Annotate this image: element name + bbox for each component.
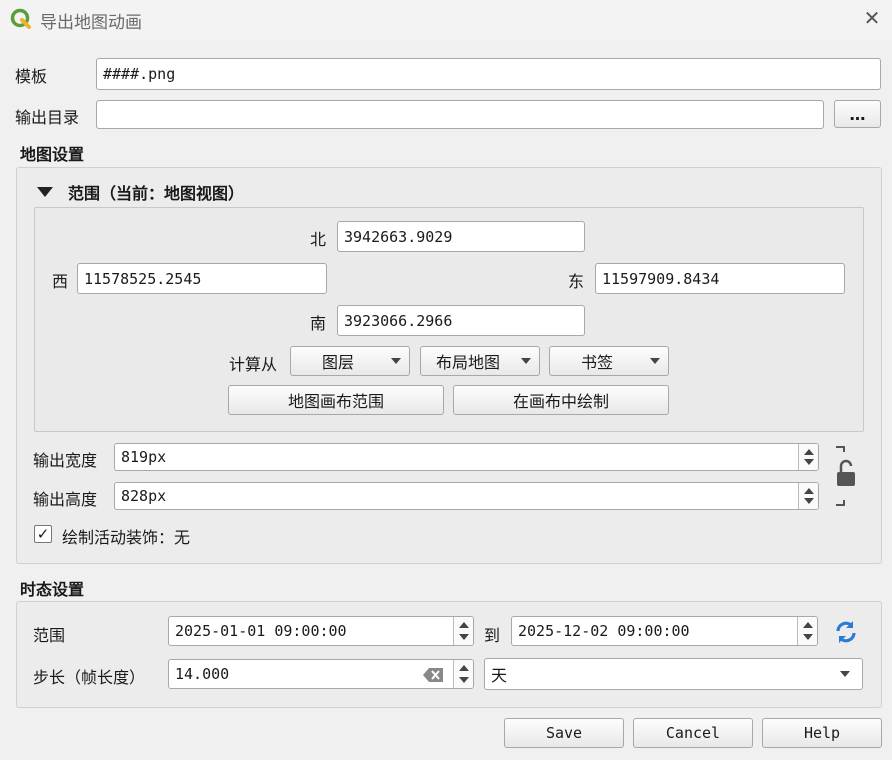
- output-width-input[interactable]: 819px: [114, 443, 819, 471]
- spin-down-icon[interactable]: [459, 634, 469, 640]
- layout-map-combo-label: 布局地图: [435, 353, 500, 372]
- step-label: 步长（帧长度）: [33, 668, 146, 687]
- output-dir-input[interactable]: [96, 100, 824, 129]
- range-end-input[interactable]: 2025-12-02 09:00:00: [511, 616, 818, 646]
- west-label: 西: [52, 272, 69, 291]
- west-input[interactable]: 11578525.2545: [77, 263, 327, 294]
- template-label: 模板: [15, 67, 48, 86]
- spin-up-icon[interactable]: [803, 622, 813, 628]
- range-start-spinner[interactable]: [453, 617, 473, 645]
- chevron-down-icon: [840, 671, 850, 677]
- to-label: 到: [484, 626, 501, 645]
- map-settings-title: 地图设置: [20, 145, 85, 164]
- extent-title[interactable]: 范围（当前：地图视图）: [68, 180, 244, 204]
- step-unit-combo[interactable]: 天: [484, 658, 863, 690]
- layer-combo-label: 图层: [321, 353, 354, 372]
- aspect-lock-icon[interactable]: [832, 444, 860, 508]
- range-label: 范围: [33, 626, 66, 645]
- refresh-icon[interactable]: [833, 619, 859, 645]
- draw-decorations-checkbox[interactable]: ✓: [34, 525, 52, 543]
- step-value: 14.000: [175, 665, 230, 683]
- save-button[interactable]: Save: [504, 718, 624, 748]
- east-label: 东: [568, 272, 585, 291]
- chevron-down-icon: [391, 358, 401, 364]
- temporal-settings-title: 时态设置: [20, 580, 85, 599]
- window-title: 导出地图动画: [40, 13, 142, 33]
- output-height-label: 输出高度: [33, 490, 98, 509]
- range-start-value: 2025-01-01 09:00:00: [175, 622, 347, 640]
- range-start-input[interactable]: 2025-01-01 09:00:00: [168, 616, 474, 646]
- spin-down-icon[interactable]: [804, 459, 814, 465]
- output-height-value: 828px: [121, 487, 167, 505]
- output-height-input[interactable]: 828px: [114, 482, 819, 510]
- template-input[interactable]: ####.png: [96, 58, 881, 90]
- south-input[interactable]: 3923066.2966: [337, 305, 585, 336]
- output-width-value: 819px: [121, 448, 167, 466]
- clear-icon[interactable]: [423, 668, 443, 682]
- output-width-spinner[interactable]: [798, 444, 818, 470]
- browse-button[interactable]: …: [834, 100, 881, 128]
- bookmark-combo[interactable]: 书签: [549, 346, 669, 376]
- east-input[interactable]: 11597909.8434: [595, 263, 845, 294]
- output-dir-label: 输出目录: [15, 108, 80, 127]
- spin-down-icon[interactable]: [804, 498, 814, 504]
- output-width-label: 输出宽度: [33, 451, 98, 470]
- cancel-button[interactable]: Cancel: [633, 718, 753, 748]
- map-canvas-extent-button[interactable]: 地图画布范围: [228, 385, 444, 415]
- draw-decorations-label: 绘制活动装饰：无: [62, 528, 191, 547]
- close-icon[interactable]: ✕: [862, 8, 882, 28]
- spin-up-icon[interactable]: [459, 622, 469, 628]
- qgis-logo-icon: [10, 8, 31, 29]
- south-label: 南: [310, 314, 327, 333]
- spin-up-icon[interactable]: [804, 449, 814, 455]
- chevron-down-icon: [521, 358, 531, 364]
- output-height-spinner[interactable]: [798, 483, 818, 509]
- layout-map-combo[interactable]: 布局地图: [420, 346, 540, 376]
- spin-up-icon[interactable]: [804, 488, 814, 494]
- range-end-spinner[interactable]: [797, 617, 817, 645]
- step-spinner[interactable]: [453, 660, 473, 688]
- chevron-down-icon: [650, 358, 660, 364]
- step-input[interactable]: 14.000: [168, 659, 474, 689]
- range-end-value: 2025-12-02 09:00:00: [518, 622, 690, 640]
- collapse-triangle-icon[interactable]: [37, 187, 53, 197]
- draw-on-canvas-button[interactable]: 在画布中绘制: [453, 385, 669, 415]
- north-label: 北: [310, 230, 327, 249]
- calc-from-label: 计算从: [229, 355, 278, 374]
- north-input[interactable]: 3942663.9029: [337, 221, 585, 252]
- spin-up-icon[interactable]: [459, 665, 469, 671]
- layer-combo[interactable]: 图层: [290, 346, 410, 376]
- step-unit-value: 天: [491, 666, 508, 685]
- bookmark-combo-label: 书签: [580, 353, 613, 372]
- spin-down-icon[interactable]: [459, 677, 469, 683]
- help-button[interactable]: Help: [762, 718, 882, 748]
- title-bar: 导出地图动画 ✕: [0, 0, 892, 40]
- spin-down-icon[interactable]: [803, 634, 813, 640]
